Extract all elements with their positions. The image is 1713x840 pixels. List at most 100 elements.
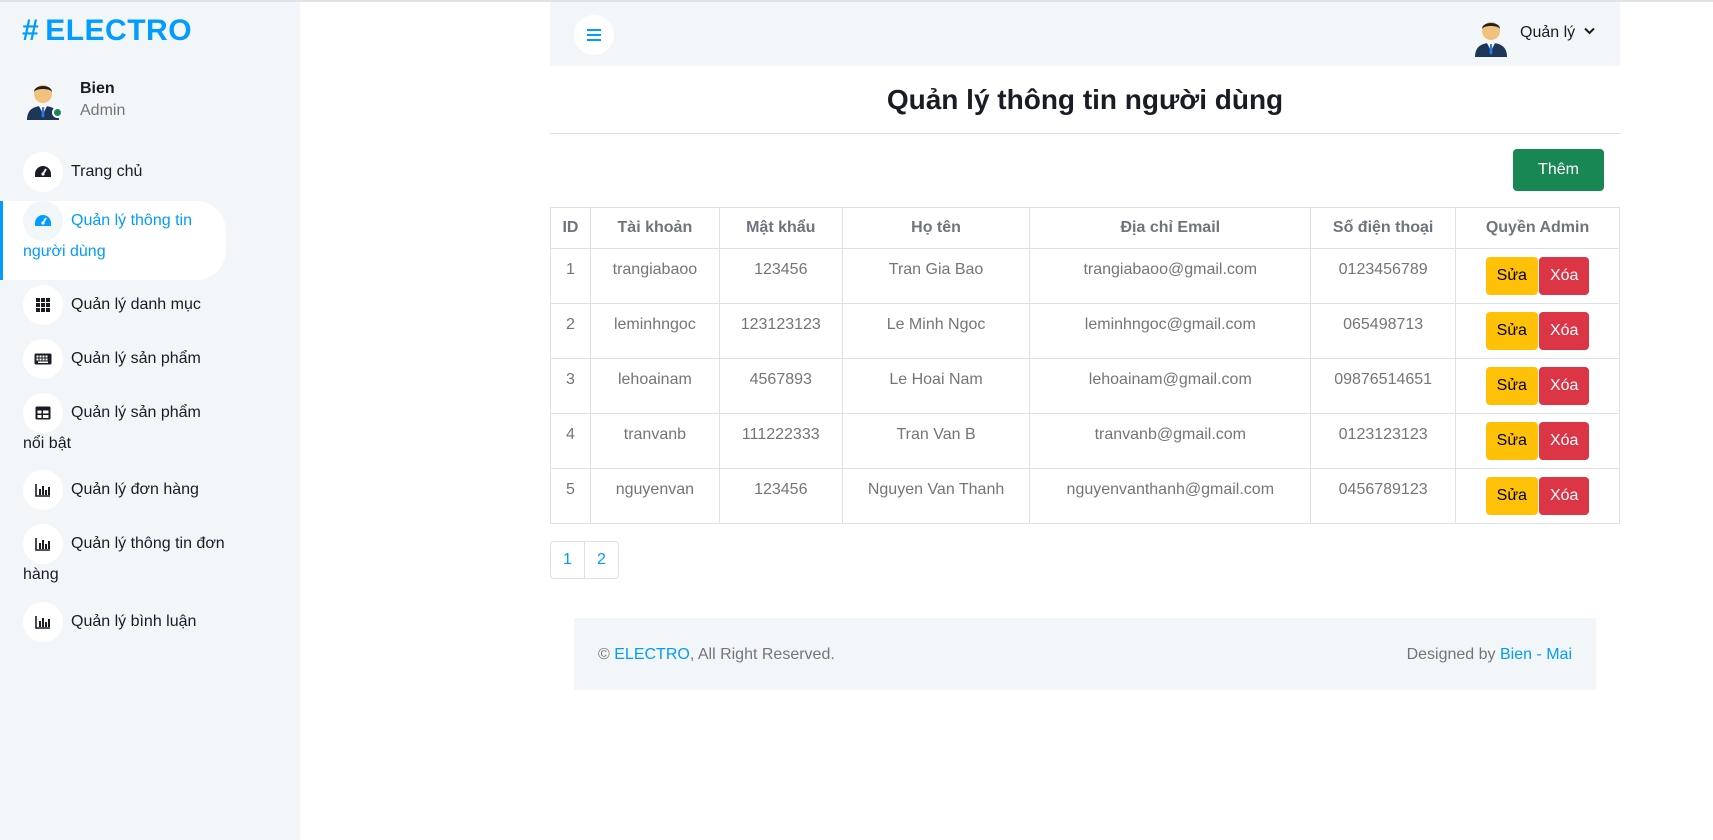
table-header-row: ID Tài khoản Mật khẩu Họ tên Địa chỉ Ema… (550, 207, 1620, 249)
table-row: 1 trangiabaoo 123456 Tran Gia Bao trangi… (550, 248, 1620, 304)
add-user-button[interactable]: Thêm (1513, 149, 1604, 191)
column-header-admin: Quyền Admin (1455, 207, 1620, 249)
delete-button[interactable]: Xóa (1538, 257, 1590, 295)
edit-button[interactable]: Sửa (1485, 477, 1538, 515)
cell-actions: Sửa Xóa (1455, 468, 1620, 524)
footer-credit: Designed by Bien - Mai (1407, 646, 1572, 664)
table-row: 5 nguyenvan 123456 Nguyen Van Thanh nguy… (550, 468, 1620, 524)
cell-name: Nguyen Van Thanh (841, 468, 1031, 524)
column-header-password: Mật khẩu (718, 207, 843, 249)
cell-id: 4 (550, 413, 591, 469)
delete-button[interactable]: Xóa (1538, 312, 1590, 350)
sidebar-item-comments[interactable]: Quản lý bình luận (0, 602, 226, 642)
bar-chart-icon (23, 524, 63, 564)
hash-icon: # (22, 14, 40, 47)
cell-email: trangiabaoo@gmail.com (1029, 248, 1312, 304)
cell-name: Le Minh Ngoc (841, 303, 1031, 359)
column-header-id: ID (550, 207, 591, 249)
sidebar-item-featured-products[interactable]: Quản lý sản phẩm nổi bật (0, 393, 226, 459)
cell-id: 3 (550, 358, 591, 414)
cell-password: 123456 (718, 248, 843, 304)
column-header-name: Họ tên (841, 207, 1031, 249)
page-link-1[interactable]: 1 (550, 541, 585, 579)
cell-actions: Sửa Xóa (1455, 303, 1620, 359)
gauge-icon (23, 201, 63, 241)
footer-copyright: © ELECTRO, All Right Reserved. (598, 646, 835, 664)
pagination: 1 2 (550, 541, 619, 579)
sidebar-item-order-details[interactable]: Quản lý thông tin đơn hàng (0, 524, 226, 590)
cell-phone: 0123456789 (1310, 248, 1457, 304)
footer: © ELECTRO, All Right Reserved. Designed … (574, 618, 1596, 690)
column-header-phone: Số điện thoại (1310, 207, 1457, 249)
cell-name: Tran Van B (841, 413, 1031, 469)
footer-designed-by: Designed by (1406, 646, 1496, 663)
brand-name: ELECTRO (45, 14, 193, 47)
footer-designer-link[interactable]: Bien - Mai (1500, 646, 1572, 663)
user-name: Bien (80, 80, 115, 97)
cell-account: leminhngoc (589, 303, 720, 359)
sidebar: # ELECTRO Bien Admin Trang chủ Quản lý th… (0, 2, 300, 840)
chevron-down-icon (1584, 27, 1595, 35)
edit-button[interactable]: Sửa (1485, 422, 1538, 460)
table-row: 4 tranvanb 111222333 Tran Van B tranvanb… (550, 413, 1620, 469)
column-header-account: Tài khoản (589, 207, 720, 249)
sidebar-item-products[interactable]: Quản lý sản phẩm (0, 339, 226, 379)
menu-toggle-button[interactable] (574, 15, 614, 55)
cell-phone: 0456789123 (1310, 468, 1457, 524)
cell-actions: Sửa Xóa (1455, 358, 1620, 414)
cell-phone: 09876514651 (1310, 358, 1457, 414)
edit-button[interactable]: Sửa (1485, 312, 1538, 350)
cell-id: 1 (550, 248, 591, 304)
cell-email: leminhngoc@gmail.com (1029, 303, 1312, 359)
cell-phone: 0123123123 (1310, 413, 1457, 469)
copyright-symbol: © (598, 646, 610, 663)
edit-button[interactable]: Sửa (1485, 257, 1538, 295)
cell-name: Le Hoai Nam (841, 358, 1031, 414)
main-content: Quản lý Quản lý thông tin người dùng Thê… (550, 2, 1620, 840)
hamburger-icon (587, 29, 601, 41)
user-dropdown[interactable]: Quản lý (1471, 13, 1601, 57)
keyboard-icon (23, 339, 63, 379)
topbar: Quản lý (550, 2, 1620, 66)
cell-email: nguyenvanthanh@gmail.com (1029, 468, 1312, 524)
cell-email: lehoainam@gmail.com (1029, 358, 1312, 414)
delete-button[interactable]: Xóa (1538, 367, 1590, 405)
cell-name: Tran Gia Bao (841, 248, 1031, 304)
edit-button[interactable]: Sửa (1485, 367, 1538, 405)
user-role: Admin (80, 102, 126, 119)
table-row: 3 lehoainam 4567893 Le Hoai Nam lehoaina… (550, 358, 1620, 414)
page-link-2[interactable]: 2 (584, 541, 619, 579)
bar-chart-icon (23, 470, 63, 510)
table-row: 2 leminhngoc 123123123 Le Minh Ngoc lemi… (550, 303, 1620, 359)
delete-button[interactable]: Xóa (1538, 477, 1590, 515)
delete-button[interactable]: Xóa (1538, 422, 1590, 460)
page-title: Quản lý thông tin người dùng (550, 66, 1620, 134)
cell-password: 111222333 (718, 413, 843, 469)
brand-logo[interactable]: # ELECTRO (22, 14, 192, 48)
footer-brand-link[interactable]: ELECTRO (614, 646, 690, 663)
table-icon (23, 393, 63, 433)
sidebar-item-home[interactable]: Trang chủ (0, 152, 226, 192)
user-dropdown-label: Quản lý (1520, 24, 1576, 41)
cell-password: 123123123 (718, 303, 843, 359)
cell-actions: Sửa Xóa (1455, 248, 1620, 304)
sidebar-item-orders[interactable]: Quản lý đơn hàng (0, 470, 226, 510)
cell-account: nguyenvan (589, 468, 720, 524)
grid-icon (23, 285, 63, 325)
cell-account: tranvanb (589, 413, 720, 469)
cell-account: lehoainam (589, 358, 720, 414)
cell-actions: Sửa Xóa (1455, 413, 1620, 469)
avatar (23, 76, 63, 120)
sidebar-item-categories[interactable]: Quản lý danh mục (0, 285, 226, 325)
sidebar-user: Bien Admin (23, 76, 283, 126)
cell-id: 5 (550, 468, 591, 524)
cell-phone: 065498713 (1310, 303, 1457, 359)
cell-email: tranvanb@gmail.com (1029, 413, 1312, 469)
online-status-dot (52, 107, 63, 118)
sidebar-item-users[interactable]: Quản lý thông tin người dùng (0, 201, 226, 280)
cell-password: 4567893 (718, 358, 843, 414)
gauge-icon (23, 152, 63, 192)
avatar (1471, 13, 1511, 57)
footer-rights-text: , All Right Reserved. (689, 646, 835, 663)
cell-password: 123456 (718, 468, 843, 524)
